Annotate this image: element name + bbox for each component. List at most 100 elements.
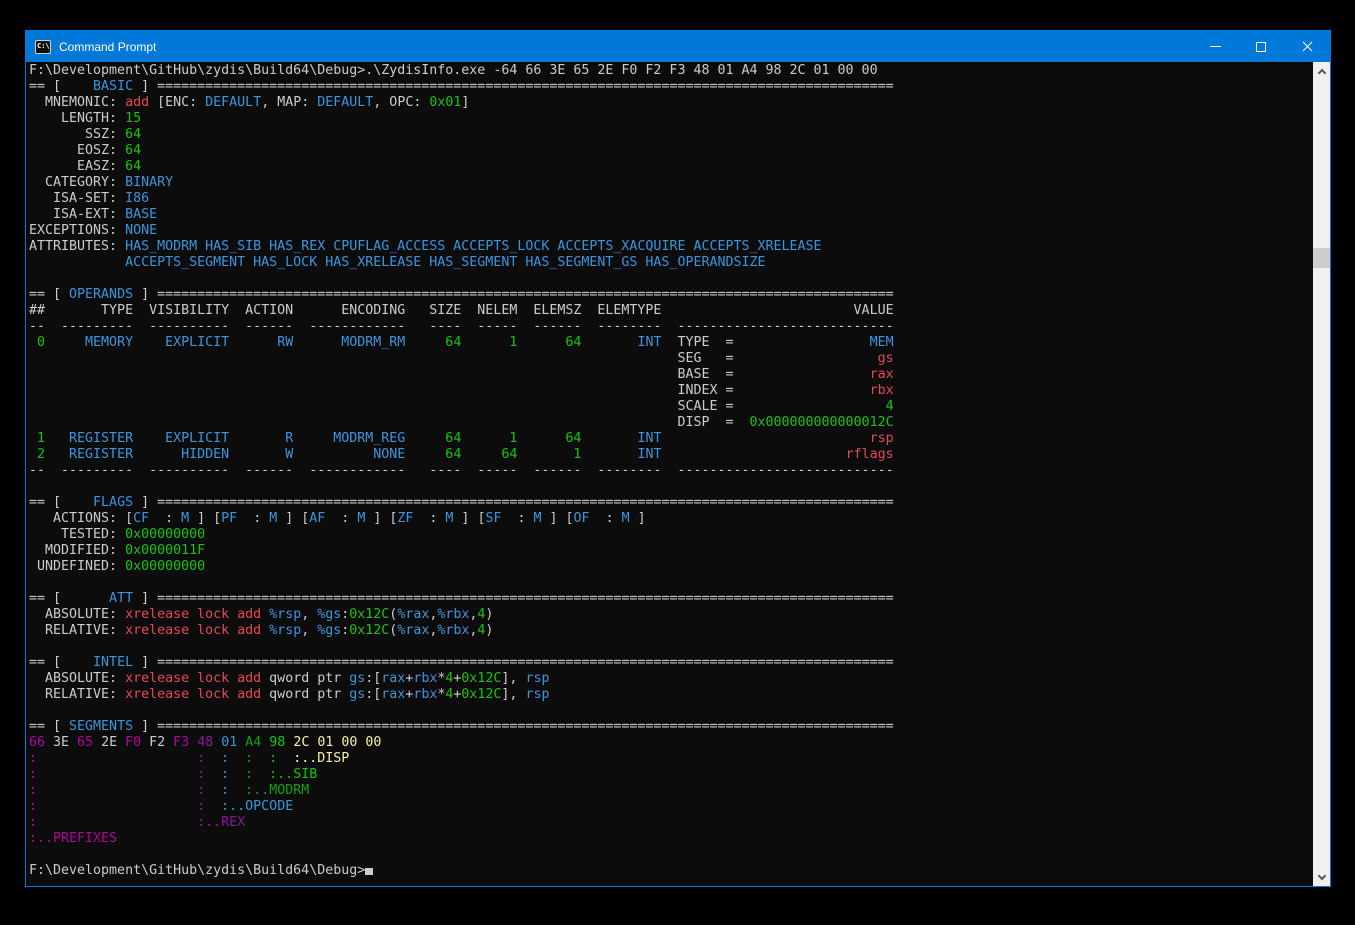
terminal-text-segment: HIDDEN bbox=[133, 447, 229, 462]
minimize-button[interactable] bbox=[1192, 31, 1238, 62]
terminal-text-segment: 2E bbox=[93, 735, 117, 750]
terminal-text-segment: 2 bbox=[29, 447, 45, 462]
terminal-text-segment: MNEMONIC: bbox=[29, 95, 125, 110]
terminal-text-segment: 64 bbox=[517, 335, 581, 350]
terminal-text-segment: ] ======================================… bbox=[133, 495, 894, 510]
terminal-text-segment: : bbox=[29, 767, 37, 782]
terminal-text-segment: : bbox=[590, 511, 622, 526]
terminal-text-segment: 98 bbox=[261, 735, 285, 750]
terminal-text-segment: EASZ: bbox=[29, 159, 125, 174]
terminal-text-segment: : bbox=[413, 511, 445, 526]
terminal-text-segment: DEFAULT bbox=[205, 95, 261, 110]
command-prompt-icon: C:\ bbox=[35, 40, 51, 54]
terminal-text-segment: == [ bbox=[29, 591, 69, 606]
terminal-text-segment: M bbox=[534, 511, 542, 526]
terminal-text-segment: 1 bbox=[517, 447, 581, 462]
terminal-text-segment: A4 bbox=[237, 735, 261, 750]
scrollbar[interactable] bbox=[1313, 62, 1330, 886]
terminal-line: SCALE = 4 bbox=[29, 399, 1313, 415]
terminal-text-segment: ], bbox=[501, 671, 525, 686]
terminal-text-segment: 66 bbox=[29, 735, 45, 750]
terminal-text-segment: :..PREFIXES bbox=[29, 831, 117, 846]
terminal-text-segment: : bbox=[205, 783, 229, 798]
terminal-line: ACCEPTS_SEGMENT HAS_LOCK HAS_XRELEASE HA… bbox=[29, 255, 1313, 271]
terminal-text-segment: CF bbox=[133, 511, 149, 526]
console-area[interactable]: F:\Development\GitHub\zydis\Build64\Debu… bbox=[26, 62, 1330, 886]
terminal-line: F:\Development\GitHub\zydis\Build64\Debu… bbox=[29, 863, 1313, 879]
terminal-text-segment: %rax bbox=[397, 623, 429, 638]
terminal-line bbox=[29, 639, 1313, 655]
terminal-text-segment: %rax bbox=[397, 607, 429, 622]
maximize-button[interactable] bbox=[1238, 31, 1284, 62]
terminal-text-segment: BINARY bbox=[125, 175, 173, 190]
terminal-text-segment: OF bbox=[574, 511, 590, 526]
terminal-text-segment: MEM bbox=[734, 335, 894, 350]
terminal-text-segment: I86 bbox=[125, 191, 149, 206]
terminal-text-segment: ] [ bbox=[189, 511, 221, 526]
terminal-line: == [ BASIC ] ===========================… bbox=[29, 79, 1313, 95]
terminal-text-segment: 64 bbox=[405, 431, 461, 446]
terminal-text-segment: ] [ bbox=[277, 511, 309, 526]
terminal-text-segment: OPERANDS bbox=[69, 287, 133, 302]
terminal-text-segment: SCALE = bbox=[29, 399, 733, 414]
terminal-text-segment: 1 bbox=[29, 431, 45, 446]
title-bar[interactable]: C:\ Command Prompt bbox=[26, 31, 1330, 62]
terminal-text-segment: :..SIB bbox=[253, 767, 317, 782]
terminal-line bbox=[29, 703, 1313, 719]
terminal-text-segment: :..MODRM bbox=[229, 783, 309, 798]
terminal-text-segment: 64 bbox=[405, 447, 461, 462]
terminal-text-segment: : bbox=[229, 751, 253, 766]
close-button[interactable] bbox=[1284, 31, 1330, 62]
chevron-down-icon bbox=[1317, 871, 1325, 879]
terminal-line: DISP = 0x000000000000012C bbox=[29, 415, 1313, 431]
terminal-text-segment: 2C 01 00 00 bbox=[285, 735, 381, 750]
terminal-line: EASZ: 64 bbox=[29, 159, 1313, 175]
terminal-text-segment: rbx bbox=[733, 383, 893, 398]
terminal-text-segment: INTEL bbox=[69, 655, 133, 670]
terminal-text-segment: ATTRIBUTES: bbox=[29, 239, 125, 254]
terminal-text-segment: %rsp bbox=[261, 623, 301, 638]
terminal-text-segment: rax bbox=[381, 687, 405, 702]
terminal-text-segment: REGISTER bbox=[45, 447, 133, 462]
terminal-text-segment: : bbox=[37, 799, 205, 814]
terminal-text-segment: ] ======================================… bbox=[133, 719, 894, 734]
terminal-text-segment: : bbox=[229, 767, 253, 782]
terminal-text-segment: F0 bbox=[117, 735, 141, 750]
scroll-up-button[interactable] bbox=[1313, 62, 1330, 79]
terminal-text-segment: ACCEPTS_SEGMENT HAS_LOCK HAS_XRELEASE HA… bbox=[29, 255, 766, 270]
terminal-line: SEG = gs bbox=[29, 351, 1313, 367]
terminal-text-segment: rsp bbox=[525, 671, 549, 686]
terminal-line: == [ FLAGS ] ===========================… bbox=[29, 495, 1313, 511]
terminal-text-segment: : bbox=[37, 783, 205, 798]
terminal-line: LENGTH: 15 bbox=[29, 111, 1313, 127]
terminal-text-segment: EXPLICIT bbox=[133, 335, 229, 350]
terminal-text-segment: 1 bbox=[461, 431, 517, 446]
terminal-line: BASE = rax bbox=[29, 367, 1313, 383]
terminal-text-segment: xrelease lock add bbox=[125, 623, 261, 638]
terminal-text-segment: W bbox=[229, 447, 293, 462]
terminal-text-segment: DEFAULT bbox=[317, 95, 373, 110]
terminal-text-segment: TYPE = bbox=[661, 335, 733, 350]
terminal-text-segment: REGISTER bbox=[45, 431, 133, 446]
terminal-text-segment: 0x00000000 bbox=[125, 559, 205, 574]
terminal-text-segment: gs bbox=[733, 351, 893, 366]
terminal-text-segment: EXCEPTIONS: bbox=[29, 223, 125, 238]
terminal-text-segment: : bbox=[37, 751, 205, 766]
terminal-text-segment: 15 bbox=[125, 111, 141, 126]
close-icon bbox=[1301, 40, 1314, 53]
terminal-text-segment: : bbox=[205, 767, 229, 782]
terminal-line: : : : : : :..DISP bbox=[29, 751, 1313, 767]
terminal-text-segment: ATT bbox=[69, 591, 133, 606]
terminal-line: -- --------- ---------- ------ ---------… bbox=[29, 463, 1313, 479]
terminal-text-segment: ) bbox=[485, 623, 493, 638]
scroll-down-button[interactable] bbox=[1313, 869, 1330, 886]
terminal-line: EXCEPTIONS: NONE bbox=[29, 223, 1313, 239]
terminal-text-segment: rsp bbox=[661, 431, 893, 446]
terminal-text-segment: DISP = bbox=[29, 415, 733, 430]
terminal-text-segment: 0x000000000000012C bbox=[733, 415, 893, 430]
terminal-text-segment: MODIFIED: bbox=[29, 543, 125, 558]
terminal-line: MNEMONIC: add [ENC: DEFAULT, MAP: DEFAUL… bbox=[29, 95, 1313, 111]
terminal-text-segment: MODRM_REG bbox=[293, 431, 405, 446]
scrollbar-thumb[interactable] bbox=[1313, 248, 1330, 268]
terminal-text-segment: ISA-EXT: bbox=[29, 207, 125, 222]
